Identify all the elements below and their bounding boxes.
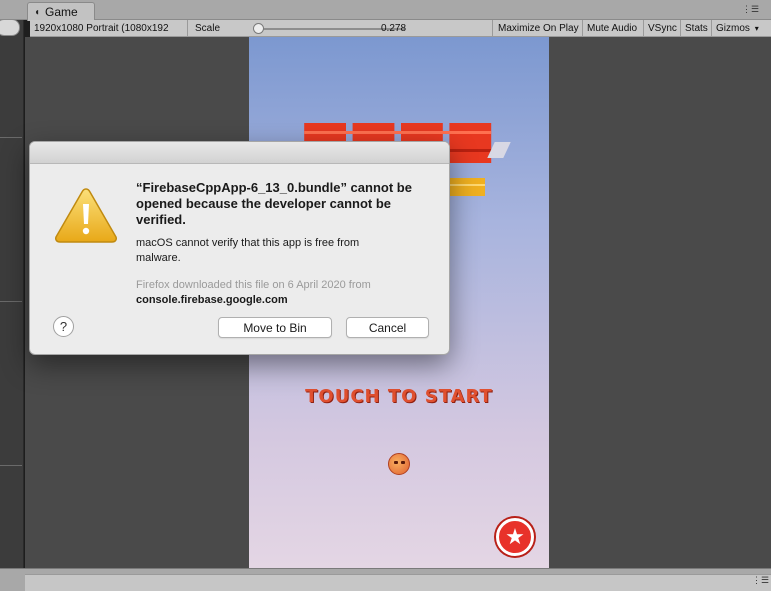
maximize-on-play-label: Maximize On Play: [498, 23, 579, 34]
stats-toggle[interactable]: Stats: [681, 20, 712, 37]
hierarchy-panel-edge: [0, 20, 24, 591]
search-field-edge[interactable]: [0, 19, 20, 36]
tab-bar: ◖ Game ⋮☰: [0, 0, 771, 21]
mute-audio-label: Mute Audio: [587, 23, 638, 34]
ball-eye: [401, 461, 405, 464]
vsync-toggle[interactable]: VSync: [644, 20, 681, 37]
dialog-titlebar: [30, 142, 449, 164]
star-button[interactable]: ★: [496, 518, 534, 556]
game-toolbar: 1920x1080 Portrait (1080x192 Scale 0.278…: [30, 20, 771, 37]
bottom-panel-header: [25, 574, 771, 591]
help-button[interactable]: ?: [53, 316, 74, 337]
chevron-down-icon: ▾: [754, 24, 759, 33]
touch-to-start-label: TOUCH TO START: [305, 386, 493, 407]
tab-game-label: Game: [45, 5, 78, 19]
gatekeeper-alert-dialog: “FirebaseCppApp-6_13_0.bundle” cannot be…: [29, 141, 450, 355]
vsync-label: VSync: [648, 23, 677, 34]
mute-audio-toggle[interactable]: Mute Audio: [583, 20, 644, 37]
scale-label: Scale: [195, 23, 221, 34]
dialog-download-info: Firefox downloaded this file on 6 April …: [136, 279, 371, 291]
star-icon: ★: [505, 524, 525, 549]
panel-divider: [0, 301, 22, 302]
bottom-panel-bar: ⋮☰: [0, 568, 771, 591]
camera-icon: ◖: [34, 6, 41, 18]
maximize-on-play-toggle[interactable]: Maximize On Play: [494, 20, 583, 37]
gizmos-dropdown[interactable]: Gizmos ▾: [712, 20, 771, 37]
stats-label: Stats: [685, 23, 708, 34]
ball-eye: [394, 461, 398, 464]
scale-value: 0.278: [377, 20, 493, 37]
dialog-message: macOS cannot verify that this app is fre…: [136, 237, 360, 264]
unity-editor-window: ◖ Game ⋮☰ 1920x1080 Portrait (1080x192 S…: [0, 0, 771, 591]
panel-divider: [0, 465, 22, 466]
warning-icon: [55, 188, 117, 243]
dialog-download-host: console.firebase.google.com: [136, 294, 288, 306]
scale-slider-thumb[interactable]: [253, 23, 264, 34]
ball-character: [388, 453, 410, 475]
resolution-label: 1920x1080 Portrait (1080x192: [34, 23, 169, 34]
resolution-dropdown[interactable]: 1920x1080 Portrait (1080x192: [30, 20, 188, 37]
gizmos-label: Gizmos: [716, 23, 750, 34]
cancel-button[interactable]: Cancel: [346, 317, 429, 338]
move-to-bin-button[interactable]: Move to Bin: [218, 317, 332, 338]
bottom-menu-icon[interactable]: ⋮☰: [752, 575, 769, 586]
panel-divider: [0, 137, 22, 138]
tab-menu-icon[interactable]: ⋮☰: [742, 4, 759, 15]
tab-game[interactable]: ◖ Game: [27, 2, 95, 21]
dialog-title: “FirebaseCppApp-6_13_0.bundle” cannot be…: [136, 180, 412, 227]
